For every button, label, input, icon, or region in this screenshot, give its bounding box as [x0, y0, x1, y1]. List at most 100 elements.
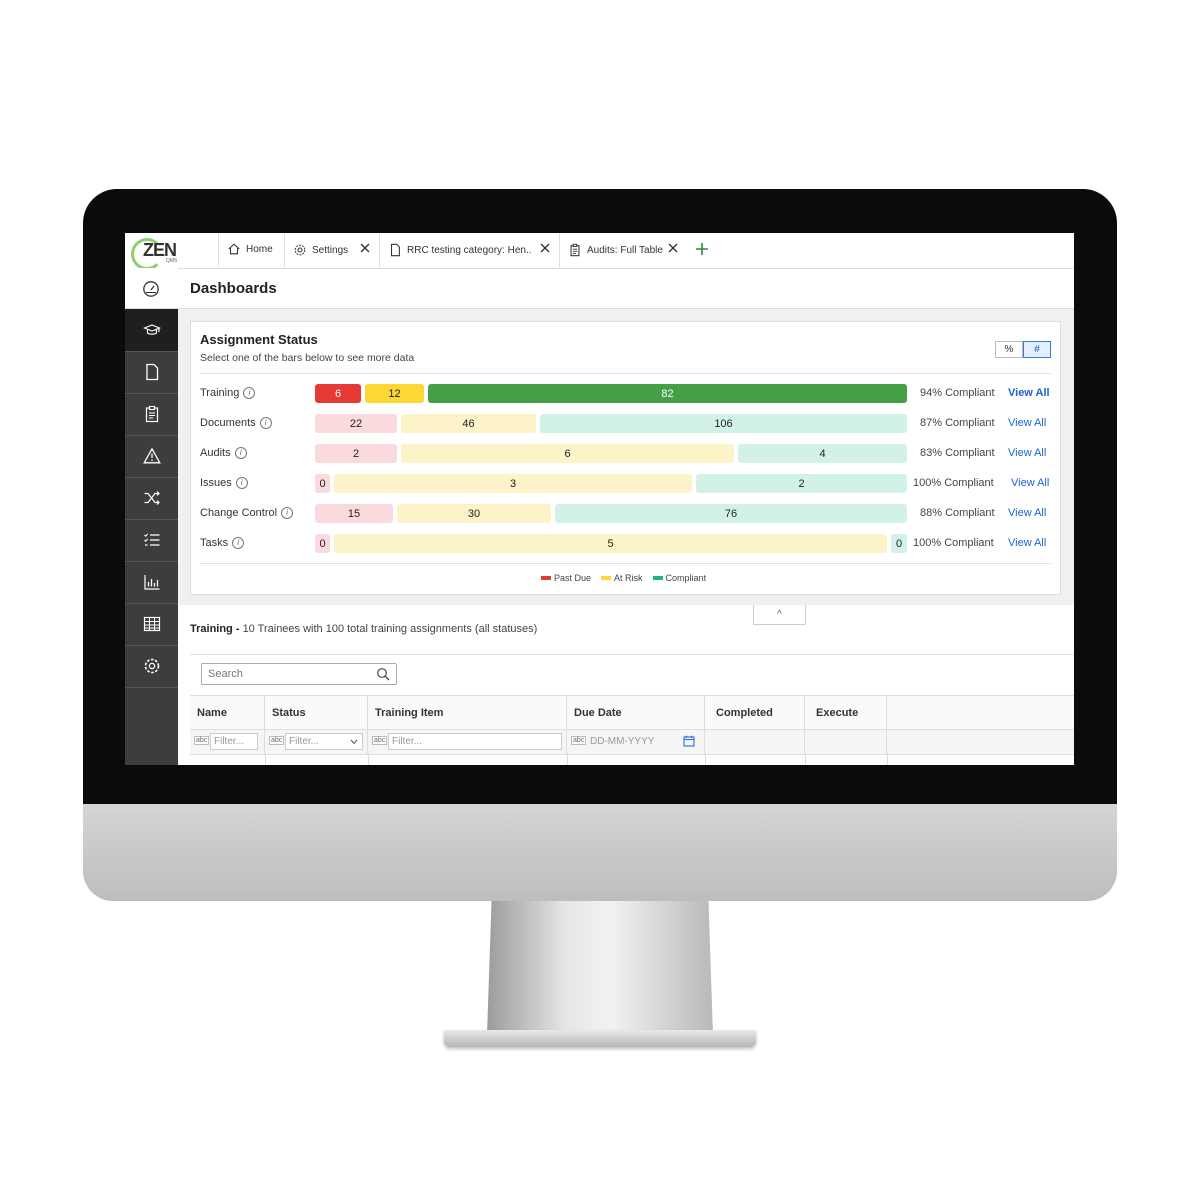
table-icon — [143, 616, 160, 632]
percent-toggle-button[interactable]: % — [995, 341, 1023, 358]
column-divider — [265, 753, 266, 765]
compliance-percent: 94% Compliant — [920, 387, 995, 399]
info-icon[interactable]: i — [259, 417, 272, 429]
view-all-link[interactable]: View All — [1008, 507, 1046, 519]
bar-past-due[interactable]: 0 — [315, 534, 330, 553]
view-all-link[interactable]: View All — [1008, 537, 1046, 549]
bar-compliant[interactable]: 4 — [738, 444, 907, 463]
sidebar-item-documents[interactable] — [125, 351, 178, 394]
info-icon[interactable]: i — [234, 447, 247, 459]
training-title: Training - — [190, 623, 240, 635]
collapse-panel-button[interactable]: ^ — [753, 605, 806, 625]
monitor-stand — [487, 901, 713, 1035]
view-all-link[interactable]: View All — [1011, 477, 1049, 489]
app-screen: ZEN QMS Home Settings RRC testing catego… — [125, 233, 1074, 765]
sidebar-item-tasks[interactable] — [125, 519, 178, 562]
bar-past-due[interactable]: 15 — [315, 504, 393, 523]
filter-cell-completed — [705, 730, 805, 754]
text-filter-icon: abc — [571, 736, 587, 745]
column-header-name[interactable]: Name — [190, 696, 265, 729]
column-divider — [805, 753, 806, 765]
compliance-percent: 87% Compliant — [920, 417, 995, 429]
sidebar-item-dashboards[interactable] — [125, 268, 178, 309]
compliance-percent: 100% Compliant — [913, 477, 994, 489]
bar-compliant[interactable]: 2 — [696, 474, 907, 493]
tab-bar: ZEN QMS Home Settings RRC testing catego… — [125, 233, 1074, 270]
column-header-training-item[interactable]: Training Item — [368, 696, 567, 729]
row-label: Issues i — [200, 477, 248, 489]
bar-past-due[interactable]: 22 — [315, 414, 397, 433]
bar-at-risk[interactable]: 30 — [397, 504, 551, 523]
info-icon[interactable]: i — [232, 537, 245, 549]
count-toggle-button[interactable]: # — [1023, 341, 1051, 358]
bar-at-risk[interactable]: 46 — [401, 414, 536, 433]
bar-past-due[interactable]: 2 — [315, 444, 397, 463]
tab-audits-full-table[interactable]: Audits: Full Table — [559, 233, 687, 267]
calendar-icon[interactable] — [683, 735, 695, 747]
info-icon[interactable]: i — [235, 477, 248, 489]
filter-cell-name: abc Filter... — [190, 730, 265, 754]
bar-compliant[interactable]: 76 — [555, 504, 907, 523]
column-header-status[interactable]: Status — [265, 696, 368, 729]
sidebar-item-audits[interactable] — [125, 393, 178, 436]
bar-compliant[interactable]: 106 — [540, 414, 907, 433]
bar-compliant[interactable]: 82 — [428, 384, 907, 403]
compliance-percent: 100% Compliant — [913, 537, 994, 549]
tab-label: Home — [246, 243, 273, 255]
column-divider — [705, 753, 706, 765]
view-all-link[interactable]: View All — [1008, 447, 1046, 459]
column-header-empty — [887, 696, 1074, 729]
search-input[interactable] — [208, 665, 368, 683]
tab-home[interactable]: Home — [218, 233, 284, 267]
add-tab-icon[interactable] — [695, 242, 709, 256]
sidebar-item-issues[interactable] — [125, 435, 178, 478]
column-divider — [567, 753, 568, 765]
info-icon[interactable]: i — [243, 387, 256, 399]
name-filter-input[interactable]: Filter... — [210, 733, 258, 750]
home-icon — [228, 243, 240, 255]
tab-label: RRC testing category: Hen... — [407, 244, 532, 256]
sidebar-item-training[interactable] — [125, 309, 178, 352]
status-filter-select[interactable]: Filter... — [285, 733, 363, 750]
tab-label: Audits: Full Table — [587, 244, 663, 256]
view-all-link[interactable]: View All — [1008, 387, 1050, 399]
tab-settings[interactable]: Settings — [284, 233, 379, 267]
legend-label: Past Due — [554, 573, 592, 583]
status-row-documents: Documents i 22 46 106 87% Compliant View … — [191, 413, 1060, 435]
bar-compliant[interactable]: 0 — [891, 534, 907, 553]
clipboard-icon — [570, 243, 580, 257]
bar-at-risk[interactable]: 12 — [365, 384, 424, 403]
sidebar-item-reports[interactable] — [125, 561, 178, 604]
bar-past-due[interactable]: 6 — [315, 384, 361, 403]
due-date-placeholder: DD-MM-YYYY — [590, 736, 655, 747]
column-header-due-date[interactable]: Due Date — [567, 696, 705, 729]
audit-icon — [145, 405, 158, 423]
bar-at-risk[interactable]: 3 — [334, 474, 692, 493]
view-all-link[interactable]: View All — [1008, 417, 1046, 429]
close-icon[interactable] — [359, 242, 371, 254]
document-icon — [390, 243, 400, 257]
column-header-execute[interactable]: Execute — [805, 696, 887, 729]
sidebar-item-change-control[interactable] — [125, 477, 178, 520]
tab-rrc-testing-category[interactable]: RRC testing category: Hen... — [379, 233, 559, 267]
sidebar-item-settings[interactable] — [125, 645, 178, 688]
assignment-status-card: Assignment Status Select one of the bars… — [190, 321, 1061, 595]
filter-cell-due-date: abc DD-MM-YYYY — [567, 730, 705, 754]
training-item-filter-input[interactable]: Filter... — [388, 733, 562, 750]
monitor-chin — [83, 804, 1117, 901]
bar-past-due[interactable]: 0 — [315, 474, 330, 493]
status-row-audits: Audits i 2 6 4 83% Compliant View All — [191, 443, 1060, 465]
text-filter-icon: abc — [269, 736, 285, 745]
sidebar-item-tables[interactable] — [125, 603, 178, 646]
close-icon[interactable] — [667, 242, 679, 254]
info-icon[interactable]: i — [281, 507, 294, 519]
display-mode-toggle: % # — [995, 341, 1051, 358]
close-icon[interactable] — [539, 242, 551, 254]
search-icon[interactable] — [376, 667, 390, 681]
chart-legend: Past Due At Risk Compliant — [541, 573, 706, 583]
column-header-completed[interactable]: Completed — [705, 696, 805, 729]
zen-qms-logo[interactable]: ZEN QMS — [129, 236, 217, 270]
bar-at-risk[interactable]: 5 — [334, 534, 887, 553]
bar-at-risk[interactable]: 6 — [401, 444, 734, 463]
status-row-issues: Issues i 0 3 2 100% Compliant View All — [191, 473, 1060, 495]
